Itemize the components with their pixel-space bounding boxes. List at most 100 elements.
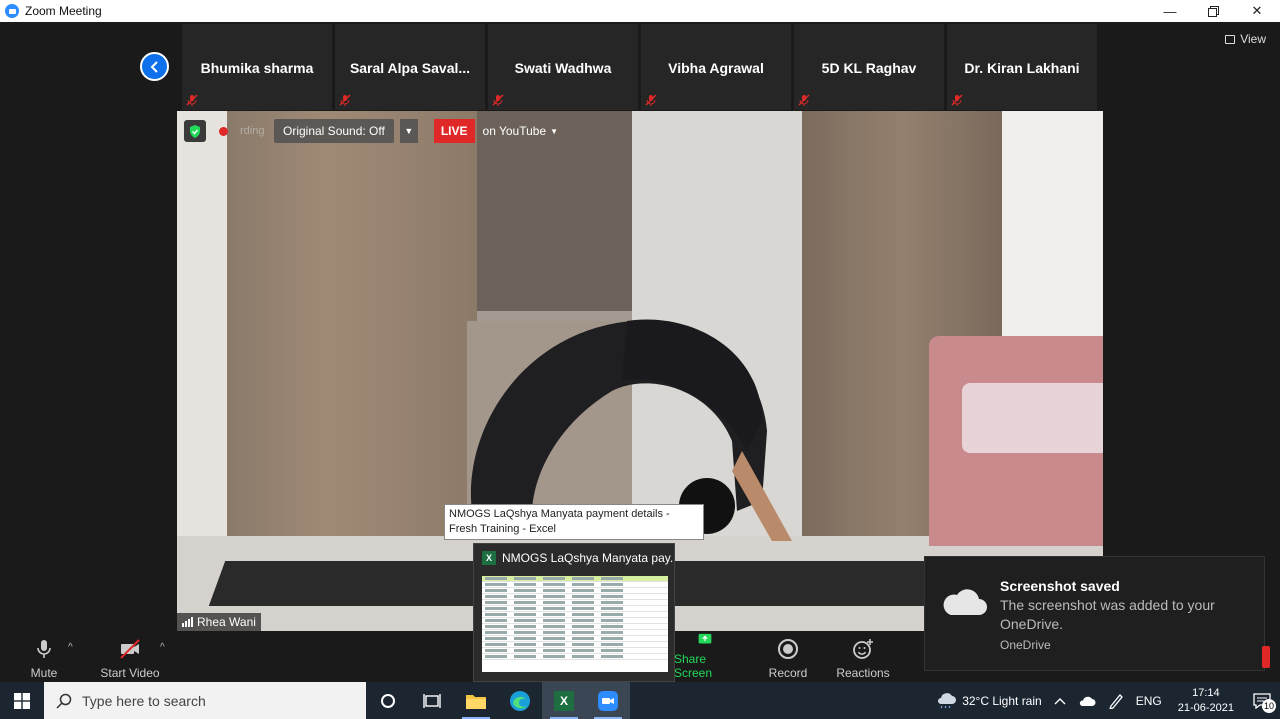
participant-name: Bhumika sharma <box>200 60 314 76</box>
screenshot-saved-notification[interactable]: Screenshot saved The screenshot was adde… <box>924 556 1265 671</box>
input-language-button[interactable]: ENG <box>1130 682 1168 719</box>
recording-label: rding <box>240 125 265 137</box>
onedrive-cloud-icon <box>943 589 987 615</box>
excel-icon: X <box>554 690 574 711</box>
taskbar-tooltip: NMOGS LaQshya Manyata payment details - … <box>444 504 704 540</box>
microphone-icon <box>37 640 51 658</box>
clock-date: 21-06-2021 <box>1177 701 1234 714</box>
participant-tile[interactable]: Swati Wadhwa <box>488 24 638 110</box>
live-destination-label: on YouTube <box>482 124 547 138</box>
task-view-button[interactable] <box>410 682 454 719</box>
notification-count: 10 <box>1262 699 1276 713</box>
screen: Zoom Meeting — ✕ Bhumika sharma Saral Al… <box>0 0 1280 719</box>
taskbar-search-box[interactable]: Type here to search <box>44 682 366 719</box>
window-title: Zoom Meeting <box>25 4 102 18</box>
scene-cabinet <box>227 111 477 541</box>
excel-taskbar-button[interactable]: X <box>542 682 586 719</box>
meeting-status-bar: rding Original Sound: Off ▼ LIVE on YouT… <box>184 119 558 143</box>
original-sound-toggle[interactable]: Original Sound: Off <box>274 119 394 143</box>
cortana-button[interactable] <box>366 682 410 719</box>
live-badge: LIVE <box>433 119 475 143</box>
participant-name: Swati Wadhwa <box>514 60 612 76</box>
audio-options-caret[interactable]: ^ <box>68 642 73 653</box>
edge-icon <box>510 690 530 711</box>
record-label: Record <box>768 666 808 680</box>
zoom-icon <box>598 690 618 711</box>
zoom-app-icon <box>5 4 19 18</box>
live-destination-menu[interactable]: on YouTube ▼ <box>483 124 559 138</box>
task-view-icon <box>423 693 441 708</box>
reactions-label: Reactions <box>836 666 890 680</box>
start-video-button[interactable]: Start Video <box>98 632 162 680</box>
record-icon <box>778 639 798 659</box>
participant-name: Dr. Kiran Lakhani <box>964 60 1080 76</box>
windows-logo-icon <box>14 692 30 709</box>
restore-icon <box>1207 5 1219 17</box>
clock-time: 17:14 <box>1192 686 1220 699</box>
mic-muted-icon <box>951 94 963 106</box>
security-shield-icon[interactable] <box>184 120 206 142</box>
close-button[interactable]: ✕ <box>1237 0 1277 22</box>
spreadsheet-thumbnail <box>482 576 668 672</box>
start-button[interactable] <box>0 682 44 719</box>
participant-tile[interactable]: Saral Alpa Saval... <box>335 24 485 110</box>
scene-cushion <box>962 383 1103 453</box>
share-screen-icon <box>698 633 712 644</box>
search-icon <box>56 693 72 709</box>
participant-name: 5D KL Raghav <box>821 60 917 76</box>
restore-button[interactable] <box>1193 0 1233 22</box>
pen-workspace-button[interactable] <box>1102 682 1130 719</box>
record-button[interactable]: Record <box>766 632 810 680</box>
clock[interactable]: 17:14 21-06-2021 <box>1168 686 1244 716</box>
caret-down-icon: ▼ <box>550 126 559 136</box>
grid-view-icon <box>1225 34 1236 44</box>
share-screen-label: Share Screen <box>674 652 713 680</box>
file-explorer-button[interactable] <box>454 682 498 719</box>
chevron-left-icon <box>150 60 158 73</box>
participant-tile[interactable]: Bhumika sharma <box>182 24 332 110</box>
reactions-button[interactable]: Reactions <box>836 632 890 680</box>
reaction-emoji-icon <box>853 639 873 659</box>
participant-tile[interactable]: 5D KL Raghav <box>794 24 944 110</box>
onedrive-tray-button[interactable] <box>1072 682 1102 719</box>
participant-tile[interactable]: Vibha Agrawal <box>641 24 791 110</box>
mic-muted-icon <box>645 94 657 106</box>
view-label: View <box>1240 32 1266 46</box>
share-screen-button[interactable]: Share Screen <box>674 632 736 680</box>
start-video-label: Start Video <box>100 666 160 680</box>
excel-window-preview[interactable]: X NMOGS LaQshya Manyata pay... <box>473 543 675 682</box>
participant-name: Vibha Agrawal <box>668 60 764 76</box>
participant-tile[interactable]: Dr. Kiran Lakhani <box>947 24 1097 110</box>
previous-page-button[interactable] <box>140 52 169 81</box>
onedrive-cloud-icon <box>1079 696 1096 706</box>
folder-icon <box>466 694 486 709</box>
system-tray: 32°C Light rain ENG 17:14 21-06-2021 10 <box>930 682 1280 719</box>
pen-icon <box>1109 693 1123 709</box>
zoom-taskbar-button[interactable] <box>586 682 630 719</box>
chevron-up-icon <box>1054 697 1066 704</box>
video-options-caret[interactable]: ^ <box>160 642 165 653</box>
view-button[interactable]: View <box>1225 32 1266 46</box>
speaker-name-tag: Rhea Wani <box>177 613 261 631</box>
mute-label: Mute <box>30 666 58 680</box>
weather-text: 32°C Light rain <box>962 693 1042 708</box>
search-placeholder: Type here to search <box>82 692 206 709</box>
action-center-button[interactable]: 10 <box>1244 682 1280 719</box>
excel-icon: X <box>482 551 496 565</box>
preview-header: X NMOGS LaQshya Manyata pay... <box>474 544 674 572</box>
cortana-circle-icon <box>381 693 395 708</box>
weather-widget[interactable]: 32°C Light rain <box>930 682 1048 719</box>
mute-button[interactable]: Mute <box>24 632 64 680</box>
windows-taskbar: Type here to search X 32°C Light rain EN… <box>0 682 1280 719</box>
mic-muted-icon <box>186 94 198 106</box>
participant-name: Saral Alpa Saval... <box>349 60 471 76</box>
original-sound-dropdown[interactable]: ▼ <box>399 119 418 143</box>
edge-browser-button[interactable] <box>498 682 542 719</box>
speaker-name: Rhea Wani <box>197 615 256 629</box>
video-off-icon <box>120 639 140 659</box>
show-hidden-icons-button[interactable] <box>1048 682 1072 719</box>
rain-cloud-icon <box>938 692 957 708</box>
end-meeting-button-edge[interactable] <box>1262 646 1270 668</box>
recording-indicator-icon[interactable] <box>212 120 234 142</box>
minimize-button[interactable]: — <box>1150 0 1190 22</box>
